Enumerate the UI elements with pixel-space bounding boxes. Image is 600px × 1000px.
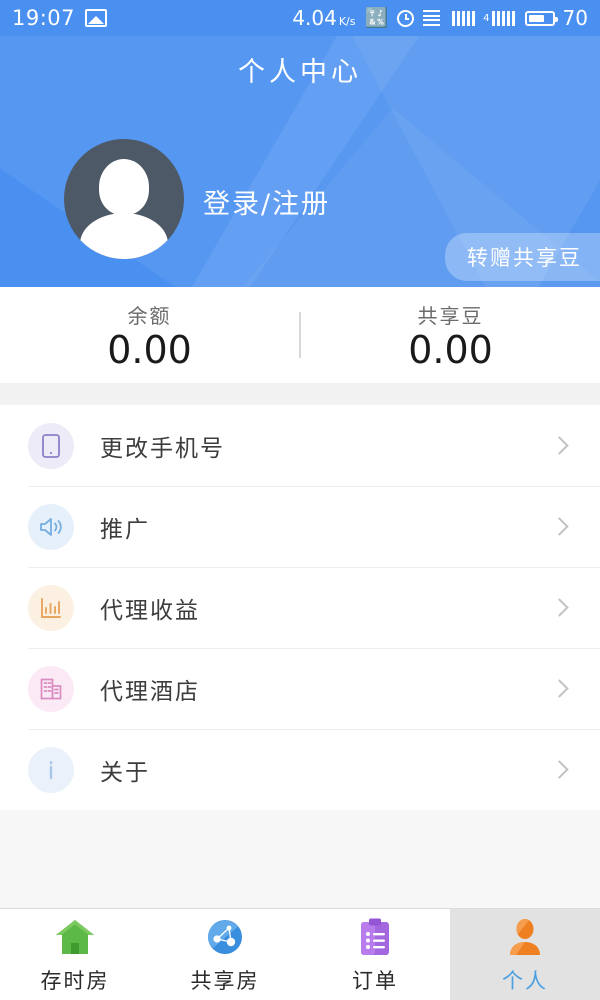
balance-label: 共享豆	[417, 303, 484, 328]
bluetooth-icon: 🔣	[364, 6, 389, 29]
globe-icon	[205, 915, 245, 959]
building-icon	[28, 665, 74, 712]
avatar-head	[99, 159, 149, 215]
home-icon	[54, 915, 96, 959]
list-lines-icon	[423, 10, 441, 26]
menu-item-label: 关于	[100, 759, 150, 786]
balance-label: 余额	[127, 303, 172, 328]
tab-label: 订单	[352, 968, 398, 993]
tab-geren[interactable]: 个人	[450, 909, 600, 1000]
menu-item-label: 推广	[100, 516, 150, 543]
status-bar: 19:07 4.04 K/s 🔣 4 70	[0, 0, 600, 36]
chevron-right-icon	[550, 598, 569, 617]
balance-value: 0.00	[107, 327, 192, 372]
network-speed: 4.04 K/s	[292, 6, 355, 30]
bottom-tab-bar: 存时房 共享房 订单 个人	[0, 908, 600, 1000]
settings-menu-list: 更改手机号 推广 代理收益 代理酒店 关于	[0, 405, 600, 810]
chevron-right-icon	[550, 760, 569, 779]
profile-header: 个人中心 登录/注册 转赠共享豆	[0, 0, 600, 287]
chevron-right-icon	[550, 436, 569, 455]
chevron-right-icon	[550, 679, 569, 698]
battery-icon	[524, 10, 558, 26]
app-screen: 个人中心 登录/注册 转赠共享豆 19:07 4.04 K/s 🔣 4 70 余…	[0, 0, 600, 1000]
alarm-clock-icon	[397, 9, 415, 27]
avatar-body	[80, 213, 168, 259]
page-background-filler	[0, 810, 600, 908]
person-icon	[507, 915, 543, 959]
tab-dingdan[interactable]: 订单	[300, 909, 450, 1000]
clipboard-icon	[358, 915, 392, 959]
phone-icon	[28, 422, 74, 469]
section-separator	[0, 383, 600, 405]
menu-item-change-phone[interactable]: 更改手机号	[0, 405, 600, 486]
menu-item-label: 更改手机号	[100, 435, 225, 462]
network-speed-unit: K/s	[338, 15, 356, 28]
speaker-icon	[28, 503, 74, 550]
battery-percent: 70	[562, 6, 588, 30]
image-icon	[85, 9, 108, 27]
menu-item-agent-earnings[interactable]: 代理收益	[0, 567, 600, 648]
avatar[interactable]	[64, 139, 184, 259]
network-speed-value: 4.04	[292, 6, 337, 30]
menu-item-about[interactable]: 关于	[0, 729, 600, 810]
signal-bars-icon	[452, 10, 476, 26]
menu-item-label: 代理收益	[100, 597, 200, 624]
menu-item-agent-hotel[interactable]: 代理酒店	[0, 648, 600, 729]
info-icon	[28, 746, 74, 793]
balance-item-shared-beans[interactable]: 共享豆 0.00	[301, 300, 600, 371]
balance-card: 余额 0.00 共享豆 0.00	[0, 287, 600, 383]
transfer-shared-beans-button[interactable]: 转赠共享豆	[445, 233, 600, 281]
balance-item-余额[interactable]: 余额 0.00	[0, 300, 299, 371]
menu-item-label: 代理酒店	[100, 678, 200, 705]
status-time: 19:07	[12, 6, 76, 30]
bar-chart-icon	[28, 584, 74, 631]
signal-bars-icon-secondary	[491, 10, 515, 26]
tab-cunshifang[interactable]: 存时房	[0, 909, 150, 1000]
tab-label: 个人	[502, 968, 548, 993]
balance-value: 0.00	[408, 327, 493, 372]
login-register-link[interactable]: 登录/注册	[203, 182, 330, 221]
tab-label: 共享房	[190, 968, 260, 993]
tab-label: 存时房	[40, 968, 110, 993]
chevron-right-icon	[550, 517, 569, 536]
page-title: 个人中心	[238, 57, 362, 88]
tab-gongxiangfang[interactable]: 共享房	[150, 909, 300, 1000]
menu-item-promotion[interactable]: 推广	[0, 486, 600, 567]
network-type-label: 4	[483, 12, 490, 24]
